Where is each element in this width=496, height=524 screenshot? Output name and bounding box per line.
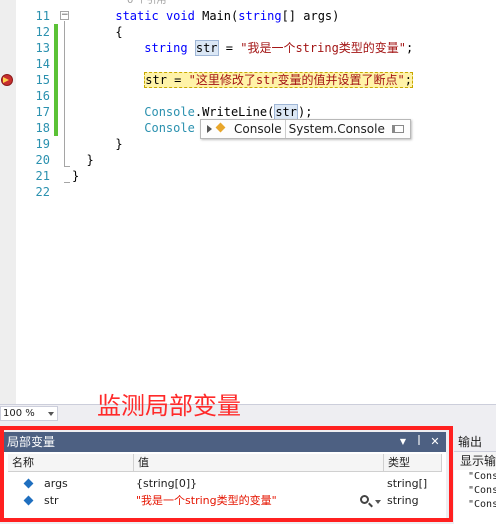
breakpoint-statement: str = "这里修改了str变量的值并设置了断点"; <box>144 72 413 88</box>
line-number: 12 <box>35 25 50 39</box>
code-line-15[interactable]: str = "这里修改了str变量的值并设置了断点"; <box>72 72 413 88</box>
brace: } <box>72 169 80 183</box>
string-literal: "这里修改了str变量的值并设置了断点" <box>188 73 405 87</box>
operator: = <box>166 73 189 87</box>
class-name: Console <box>144 121 195 135</box>
code-line-13[interactable]: string str = "我是一个string类型的变量"; <box>72 40 413 56</box>
output-line: "Console <box>468 485 496 496</box>
code-line-19[interactable]: } <box>72 136 123 152</box>
code-line-12[interactable]: { <box>72 24 123 40</box>
class-name: Console <box>144 105 195 119</box>
output-line: "Console <box>468 471 496 482</box>
zoom-select[interactable]: 100 % <box>0 406 58 421</box>
variable-str-highlight: str <box>274 104 298 120</box>
collapse-toggle[interactable]: − <box>60 11 69 20</box>
show-output-from-label: 显示输出来源 <box>454 452 496 470</box>
line-number: 19 <box>35 137 50 151</box>
highlight-box <box>0 426 453 522</box>
line-number: 13 <box>35 41 50 55</box>
code-line-21[interactable]: } <box>72 168 79 184</box>
outline-guide-end <box>64 182 70 183</box>
semicolon: ; <box>406 41 414 55</box>
string-literal: "我是一个string类型的变量" <box>240 41 407 55</box>
line-number: 22 <box>35 185 50 199</box>
line-number: 21 <box>35 169 50 183</box>
code-line-11[interactable]: static void Main(string[] args) <box>72 8 339 24</box>
variable-str-highlight: str <box>194 40 219 56</box>
output-window[interactable]: 输出 显示输出来源 "Console "Console "Console <box>454 432 496 524</box>
quickinfo-tooltip[interactable]: Console System.Console <box>200 119 411 139</box>
output-line: "Console <box>468 499 496 510</box>
outline-guide-end <box>64 166 70 167</box>
semicolon: ; <box>404 73 412 87</box>
brace: { <box>115 25 123 39</box>
parameters: [] args) <box>281 9 340 23</box>
brace: } <box>115 137 123 151</box>
line-number: 16 <box>35 89 50 103</box>
tooltip-type-name: Console <box>234 122 282 136</box>
editor-status-bar: 100 % <box>0 404 496 422</box>
tooltip-full-name: System.Console <box>288 122 385 136</box>
line-number: 20 <box>35 153 50 167</box>
indicator-margin[interactable] <box>0 0 16 404</box>
outline-guide <box>64 21 65 166</box>
line-number: 14 <box>35 57 50 71</box>
method-name: WriteLine( <box>202 105 275 119</box>
line-number: 11 <box>35 9 50 23</box>
keyword: void <box>165 9 195 23</box>
current-statement-arrow-icon <box>3 77 9 83</box>
method-name: Main( <box>202 9 239 23</box>
code-line-18[interactable]: Console <box>72 120 195 136</box>
line-number: 15 <box>35 73 50 87</box>
annotation-label: 监测局部变量 <box>97 392 241 420</box>
keyword: string <box>238 9 282 23</box>
keyword: static <box>115 9 159 23</box>
output-title[interactable]: 输出 <box>454 432 496 452</box>
dot: . <box>194 105 203 119</box>
pin-icon[interactable] <box>391 125 404 133</box>
line-number: 18 <box>35 121 50 135</box>
code-line-17[interactable]: Console.WriteLine(str); <box>72 104 312 120</box>
expand-arrow-icon[interactable] <box>207 125 212 133</box>
line-number: 17 <box>35 105 50 119</box>
code-line-20[interactable]: } <box>72 152 94 168</box>
code-editor[interactable]: 11 12 13 14 15 16 17 18 19 20 21 22 − 0 … <box>0 0 496 404</box>
operator: = <box>218 41 241 55</box>
class-icon <box>216 123 228 135</box>
variable: str <box>145 73 167 87</box>
closing: ); <box>298 105 313 119</box>
keyword: string <box>144 41 188 55</box>
zoom-level: 100 % <box>3 408 35 419</box>
change-tracking-bar <box>54 24 58 136</box>
brace: } <box>86 153 94 167</box>
chevron-down-icon <box>48 412 54 416</box>
